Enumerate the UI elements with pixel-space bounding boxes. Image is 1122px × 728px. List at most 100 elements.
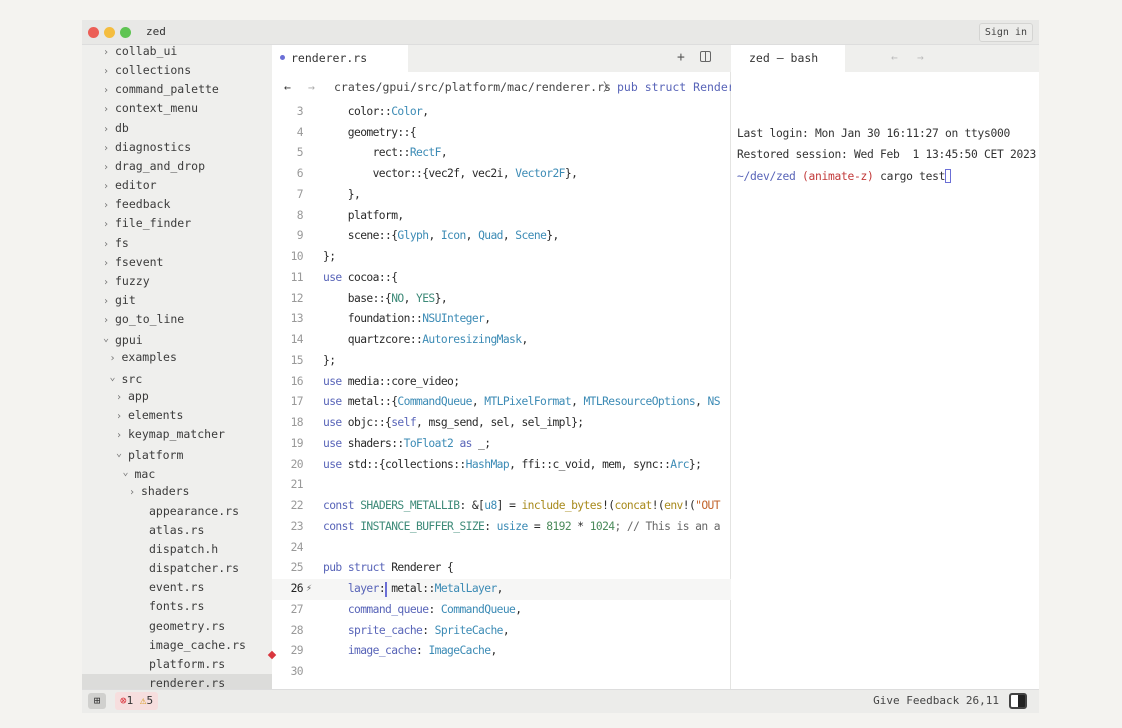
code-text: }; <box>323 351 336 372</box>
code-token: CommandQueue <box>397 395 472 409</box>
code-line[interactable]: 4 geometry::{ <box>272 123 731 144</box>
sidebar-item-context-menu[interactable]: › context_menu <box>82 99 272 118</box>
sidebar-item-platform-rs[interactable]: platform.rs <box>82 655 272 674</box>
toggle-project-panel-icon[interactable]: ⊞ <box>88 693 106 709</box>
code-line[interactable]: 14 quartzcore::AutoresizingMask, <box>272 330 731 351</box>
code-token: 1024 <box>589 519 615 533</box>
sidebar-item-keymap-matcher[interactable]: › keymap_matcher <box>82 425 272 444</box>
chevron-right-icon: › <box>103 181 110 193</box>
minimize-window-button[interactable] <box>104 27 115 38</box>
code-line[interactable]: 9 scene::{Glyph, Icon, Quad, Scene}, <box>272 226 731 247</box>
tab-renderer-rs[interactable]: renderer.rs <box>272 45 408 72</box>
terminal-forward-icon[interactable]: → <box>917 51 924 64</box>
sidebar-item-mac[interactable]: ⌄ mac <box>82 463 272 482</box>
code-token: color:: <box>323 105 392 118</box>
code-line[interactable]: 11 use cocoa::{ <box>272 268 731 289</box>
sidebar-item-appearance-rs[interactable]: appearance.rs <box>82 502 272 521</box>
line-number: 17 <box>290 395 304 409</box>
code-line[interactable]: 30 <box>272 662 731 683</box>
code-token: * <box>571 519 590 533</box>
code-line[interactable]: 27 command_queue: CommandQueue, <box>272 600 731 621</box>
code-line[interactable]: 12 base::{NO, YES}, <box>272 289 731 310</box>
code-line[interactable]: 22 const SHADERS_METALLIB: &[u8] = includ… <box>272 496 731 517</box>
code-action-icon[interactable]: ⚡ <box>306 579 312 600</box>
sidebar-item-platform[interactable]: ⌄ platform <box>82 444 272 463</box>
tab-terminal[interactable]: zed — bash <box>731 45 845 72</box>
code-line[interactable]: 10}; <box>272 247 731 268</box>
code-line[interactable]: 26 ⚡ layer: metal::MetalLayer, <box>272 579 731 600</box>
back-arrow-icon[interactable]: ← <box>284 72 291 102</box>
sidebar-item-collections[interactable]: › collections <box>82 61 272 80</box>
sidebar-item-gpui[interactable]: ⌄ gpui <box>82 329 272 348</box>
code-line[interactable]: 6 vector::{vec2f, vec2i, Vector2F}, <box>272 164 731 185</box>
code-line[interactable]: 28 sprite_cache: SpriteCache, <box>272 621 731 642</box>
sidebar-item-db[interactable]: › db <box>82 119 272 138</box>
sidebar-item-label: fuzzy <box>115 273 150 288</box>
code-line[interactable]: 17 use metal::{CommandQueue, MTLPixelForm… <box>272 392 731 413</box>
chevron-down-icon: ⌄ <box>122 467 129 479</box>
terminal-back-icon[interactable]: ← <box>891 51 898 64</box>
sidebar-item-feedback[interactable]: › feedback <box>82 195 272 214</box>
code-line[interactable]: 3 color::Color, <box>272 102 731 123</box>
sidebar-item-src[interactable]: ⌄ src <box>82 368 272 387</box>
code-line[interactable]: 24 <box>272 538 731 559</box>
sign-in-button[interactable]: Sign in <box>978 23 1033 42</box>
code-token: , msg_send, sel, sel_impl}; <box>416 416 584 430</box>
code-line[interactable]: 8 platform, <box>272 206 731 227</box>
code-line[interactable]: 7 }, <box>272 185 731 206</box>
code-line[interactable]: 29 image_cache: ImageCache, <box>272 641 731 662</box>
close-window-button[interactable] <box>88 27 99 38</box>
sidebar-item-editor[interactable]: › editor <box>82 176 272 195</box>
terminal-prompt[interactable]: ~/dev/zed (animate-z) cargo test <box>737 169 952 183</box>
sidebar-item-command-palette[interactable]: › command_palette <box>82 80 272 99</box>
cursor-position[interactable]: 26,11 <box>966 694 999 707</box>
code-line[interactable]: 19 use shaders::ToFloat2 as _; <box>272 434 731 455</box>
code-line[interactable]: 13 foundation::NSUInteger, <box>272 309 731 330</box>
sidebar-item-file-finder[interactable]: › file_finder <box>82 214 272 233</box>
give-feedback-button[interactable]: Give Feedback <box>873 694 959 707</box>
sidebar-item-elements[interactable]: › elements <box>82 406 272 425</box>
sidebar-item-fonts-rs[interactable]: fonts.rs <box>82 597 272 616</box>
sidebar-item-go-to-line[interactable]: › go_to_line <box>82 310 272 329</box>
sidebar-item-git[interactable]: › git <box>82 291 272 310</box>
line-number: 11 <box>290 270 304 284</box>
breadcrumb-symbol[interactable]: pub struct Render <box>617 72 731 102</box>
sidebar-item-dispatcher-rs[interactable]: dispatcher.rs <box>82 559 272 578</box>
diagnostics-button[interactable]: ⊗1 ⚠5 <box>115 692 159 710</box>
sidebar-item-event-rs[interactable]: event.rs <box>82 578 272 597</box>
code-line[interactable]: 16 use media::core_video; <box>272 372 731 393</box>
sidebar-item-fuzzy[interactable]: › fuzzy <box>82 272 272 291</box>
sidebar-item-drag-and-drop[interactable]: › drag_and_drop <box>82 157 272 176</box>
sidebar-item-fsevent[interactable]: › fsevent <box>82 253 272 272</box>
sidebar-item-examples[interactable]: › examples <box>82 348 272 367</box>
code-line[interactable]: 25 pub struct Renderer { <box>272 558 731 579</box>
sidebar-item-fs[interactable]: › fs <box>82 234 272 253</box>
sidebar-item-app[interactable]: › app <box>82 387 272 406</box>
sidebar-item-shaders[interactable]: › shaders <box>82 482 272 501</box>
line-number: 20 <box>290 457 304 471</box>
sidebar-item-geometry-rs[interactable]: geometry.rs <box>82 617 272 636</box>
sidebar-item-renderer-rs[interactable]: renderer.rs <box>82 673 272 689</box>
code-token: , <box>422 105 429 118</box>
breadcrumb-path[interactable]: crates/gpui/src/platform/mac/renderer.rs <box>334 72 611 102</box>
toggle-dock-icon[interactable] <box>1009 693 1027 709</box>
sidebar-item-dispatch-h[interactable]: dispatch.h <box>82 540 272 559</box>
code-line[interactable]: 23 const INSTANCE_BUFFER_SIZE: usize = 81… <box>272 517 731 538</box>
code-line[interactable]: 18 use objc::{self, msg_send, sel, sel_im… <box>272 413 731 434</box>
sidebar-item-atlas-rs[interactable]: atlas.rs <box>82 521 272 540</box>
sidebar-item-collab-ui[interactable]: › collab_ui <box>82 45 272 61</box>
code-line[interactable]: 20 use std::{collections::HashMap, ffi::c… <box>272 455 731 476</box>
sidebar-item-diagnostics[interactable]: › diagnostics <box>82 138 272 157</box>
maximize-window-button[interactable] <box>120 27 131 38</box>
code-line[interactable]: 15}; <box>272 351 731 372</box>
code-token: : metal:: <box>378 582 435 596</box>
sidebar-item-image-cache-rs[interactable]: image_cache.rs <box>82 636 272 655</box>
code-token: , ffi::c_void, mem, sync:: <box>509 457 671 471</box>
code-line[interactable]: 5 rect::RectF, <box>272 143 731 164</box>
split-pane-icon[interactable] <box>700 51 711 62</box>
code-line[interactable]: 21 <box>272 475 731 496</box>
new-tab-plus-icon[interactable]: + <box>677 50 685 65</box>
forward-arrow-icon[interactable]: → <box>308 72 315 102</box>
code-token: , <box>465 229 479 243</box>
